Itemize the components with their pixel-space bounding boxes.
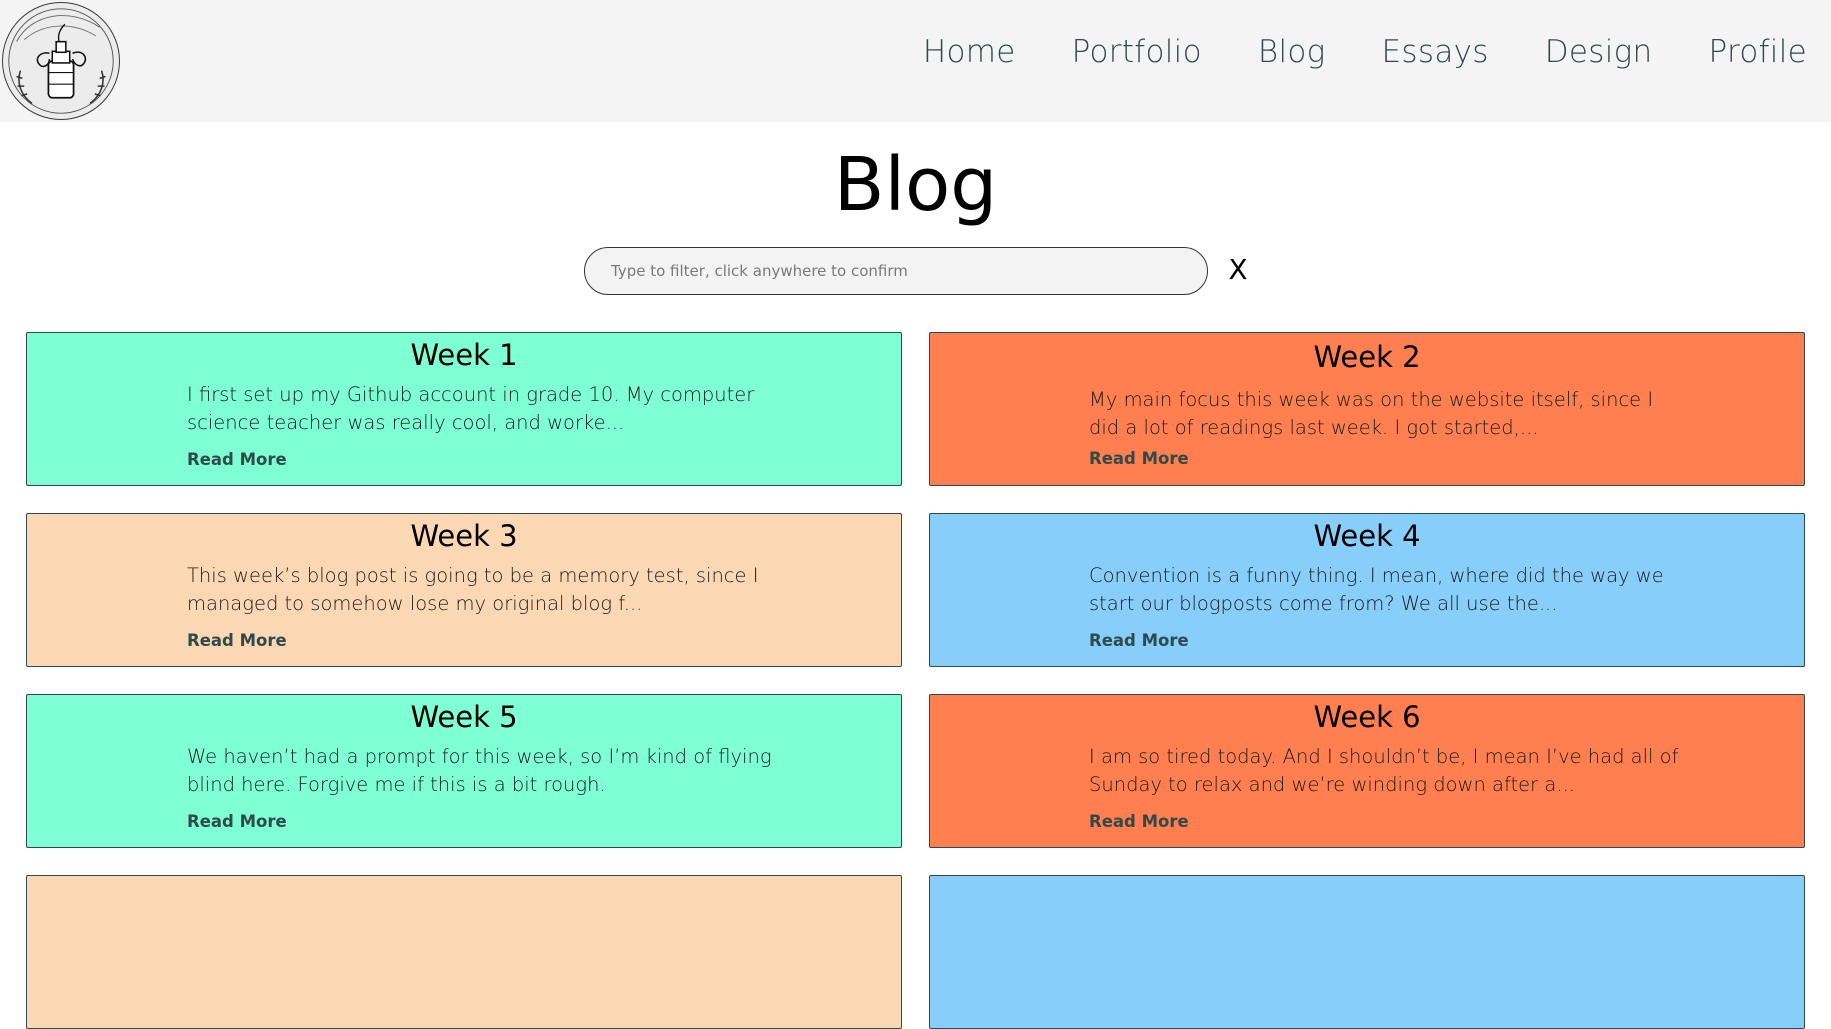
page-title: Blog <box>833 142 998 228</box>
logo-emblem-icon <box>8 8 114 114</box>
card-title: Week 1 <box>410 338 518 372</box>
card-excerpt: We haven’t had a prompt for this week, s… <box>187 745 772 796</box>
card-title: Week 6 <box>1313 700 1421 734</box>
card-excerpt: Convention is a funny thing. I mean, whe… <box>1089 564 1664 615</box>
clear-filter-button[interactable]: X <box>1225 252 1251 288</box>
blog-card-week-1[interactable]: Week 1 I first set up my Github account … <box>26 332 902 486</box>
blog-card-week-5[interactable]: Week 5 We haven’t had a prompt for this … <box>26 694 902 848</box>
read-more-link[interactable]: Read More <box>1089 812 1189 831</box>
read-more-link[interactable]: Read More <box>187 812 287 831</box>
blog-card-week-2[interactable]: Week 2 My main focus this week was on th… <box>929 332 1805 486</box>
blog-card-week-6[interactable]: Week 6 I am so tired today. And I should… <box>929 694 1805 848</box>
card-title: Week 4 <box>1313 519 1421 553</box>
blog-card-week-4[interactable]: Week 4 Convention is a funny thing. I me… <box>929 513 1805 667</box>
nav-design[interactable]: Design <box>1545 34 1653 70</box>
read-more-link[interactable]: Read More <box>1089 449 1189 468</box>
nav-profile[interactable]: Profile <box>1709 34 1808 70</box>
main-nav: Home Portfolio Blog Essays Design Profil… <box>923 34 1807 70</box>
card-excerpt: I am so tired today. And I shouldn’t be,… <box>1089 745 1679 796</box>
filter-search-input[interactable] <box>584 247 1208 295</box>
nav-blog[interactable]: Blog <box>1258 34 1326 70</box>
card-title: Week 2 <box>1313 340 1421 374</box>
card-title: Week 3 <box>410 519 518 553</box>
read-more-link[interactable]: Read More <box>187 631 287 650</box>
read-more-link[interactable]: Read More <box>1089 631 1189 650</box>
nav-portfolio[interactable]: Portfolio <box>1072 34 1202 70</box>
card-excerpt: My main focus this week was on the websi… <box>1089 388 1654 439</box>
card-excerpt: I first set up my Github account in grad… <box>187 383 755 434</box>
nav-home[interactable]: Home <box>923 34 1016 70</box>
nav-essays[interactable]: Essays <box>1382 34 1489 70</box>
card-title: Week 5 <box>410 700 518 734</box>
read-more-link[interactable]: Read More <box>187 450 287 469</box>
blog-card-partial-right[interactable] <box>929 875 1805 1029</box>
site-logo[interactable] <box>2 2 120 120</box>
site-header: Home Portfolio Blog Essays Design Profil… <box>0 0 1831 122</box>
blog-card-week-3[interactable]: Week 3 This week’s blog post is going to… <box>26 513 902 667</box>
blog-card-partial-left[interactable] <box>26 875 902 1029</box>
card-excerpt: This week’s blog post is going to be a m… <box>187 564 759 615</box>
